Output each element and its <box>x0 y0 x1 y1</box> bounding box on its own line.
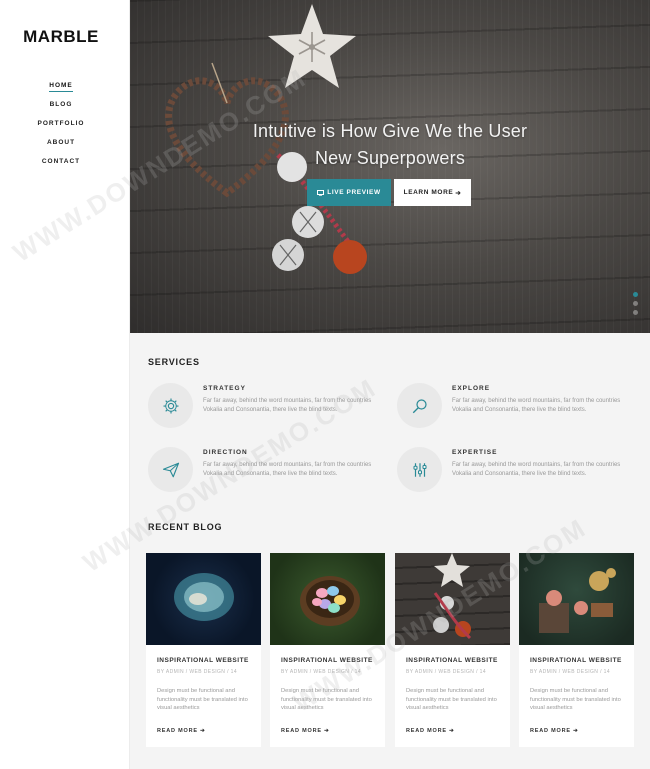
nav-item-label: HOME <box>49 82 73 92</box>
blog-card-meta: BY ADMIN / WEB DESIGN / 14 <box>530 669 611 675</box>
search-icon <box>397 383 442 428</box>
live-preview-label: LIVE PREVIEW <box>327 189 381 196</box>
read-more-link[interactable]: READ MORE ➔ <box>157 728 206 734</box>
hero-title-line2: New Superpowers <box>314 148 466 168</box>
blog-card-title[interactable]: INSPIRATIONAL WEBSITE <box>157 657 249 664</box>
blog-card-text: Design must be functional and functional… <box>281 688 372 711</box>
sidebar: MARBLE HOME BLOG PORTFOLIO ABOUT CONTACT <box>0 0 130 769</box>
service-item-direction: DIRECTION Far far away, behind the word … <box>148 447 388 497</box>
nav-item-blog[interactable]: BLOG <box>0 100 122 119</box>
slider-dot[interactable] <box>633 301 638 306</box>
service-item-explore: EXPLORE Far far away, behind the word mo… <box>397 383 637 433</box>
site-logo[interactable]: MARBLE <box>0 27 122 47</box>
service-title: STRATEGY <box>203 385 246 392</box>
blog-card-title[interactable]: INSPIRATIONAL WEBSITE <box>530 657 622 664</box>
blog-card-text: Design must be functional and functional… <box>157 688 248 711</box>
service-item-strategy: STRATEGY Far far away, behind the word m… <box>148 383 388 433</box>
arrow-right-icon: ➔ <box>324 728 330 734</box>
blog-card-image[interactable] <box>270 553 385 645</box>
read-more-link[interactable]: READ MORE ➔ <box>530 728 579 734</box>
read-more-link[interactable]: READ MORE ➔ <box>406 728 455 734</box>
blog-card-image[interactable] <box>395 553 510 645</box>
arrow-right-icon: ➔ <box>449 728 455 734</box>
service-text: Far far away, behind the word mountains,… <box>452 462 621 477</box>
blog-card-title[interactable]: INSPIRATIONAL WEBSITE <box>406 657 498 664</box>
blog-card-meta: BY ADMIN / WEB DESIGN / 14 <box>281 669 362 675</box>
blog-card-image[interactable] <box>519 553 634 645</box>
hero-slider: Intuitive is How Give We the User New Su… <box>130 0 650 333</box>
nav-item-about[interactable]: ABOUT <box>0 138 122 157</box>
service-item-expertise: EXPERTISE Far far away, behind the word … <box>397 447 637 497</box>
services-heading: SERVICES <box>148 357 200 367</box>
read-more-label: READ MORE <box>157 728 198 734</box>
arrow-right-icon: ➔ <box>455 189 462 197</box>
read-more-link[interactable]: READ MORE ➔ <box>281 728 330 734</box>
sliders-icon <box>397 447 442 492</box>
arrow-right-icon: ➔ <box>200 728 206 734</box>
monitor-icon <box>317 189 325 196</box>
main-nav: HOME BLOG PORTFOLIO ABOUT CONTACT <box>0 81 122 176</box>
blog-card: INSPIRATIONAL WEBSITE BY ADMIN / WEB DES… <box>146 553 261 747</box>
blog-card: INSPIRATIONAL WEBSITE BY ADMIN / WEB DES… <box>395 553 510 747</box>
arrow-right-icon: ➔ <box>573 728 579 734</box>
paper-plane-icon <box>148 447 193 492</box>
service-text: Far far away, behind the word mountains,… <box>203 398 372 413</box>
blog-card-text: Design must be functional and functional… <box>530 688 621 711</box>
blog-card-image[interactable] <box>146 553 261 645</box>
nav-item-portfolio[interactable]: PORTFOLIO <box>0 119 122 138</box>
nav-item-label: CONTACT <box>41 158 81 165</box>
nav-item-label: PORTFOLIO <box>37 120 85 127</box>
service-title: EXPLORE <box>452 385 491 392</box>
blog-card-text: Design must be functional and functional… <box>406 688 497 711</box>
service-title: EXPERTISE <box>452 449 498 456</box>
slider-dot[interactable] <box>633 310 638 315</box>
nav-item-label: ABOUT <box>46 139 76 146</box>
slider-pagination <box>633 292 638 315</box>
blog-card-title[interactable]: INSPIRATIONAL WEBSITE <box>281 657 373 664</box>
service-title: DIRECTION <box>203 449 248 456</box>
blog-card: INSPIRATIONAL WEBSITE BY ADMIN / WEB DES… <box>519 553 634 747</box>
recent-blog-heading: RECENT BLOG <box>148 522 223 532</box>
blog-card-meta: BY ADMIN / WEB DESIGN / 14 <box>157 669 238 675</box>
live-preview-button[interactable]: LIVE PREVIEW <box>307 179 391 206</box>
service-text: Far far away, behind the word mountains,… <box>203 462 372 477</box>
learn-more-label: LEARN MORE <box>403 189 454 196</box>
blog-card: INSPIRATIONAL WEBSITE BY ADMIN / WEB DES… <box>270 553 385 747</box>
read-more-label: READ MORE <box>281 728 322 734</box>
nav-item-home[interactable]: HOME <box>0 81 122 100</box>
read-more-label: READ MORE <box>530 728 571 734</box>
service-text: Far far away, behind the word mountains,… <box>452 398 621 413</box>
read-more-label: READ MORE <box>406 728 447 734</box>
hero-title: Intuitive is How Give We the User New Su… <box>130 118 650 172</box>
nav-item-contact[interactable]: CONTACT <box>0 157 122 176</box>
blog-card-meta: BY ADMIN / WEB DESIGN / 14 <box>406 669 487 675</box>
slider-dot[interactable] <box>633 292 638 297</box>
learn-more-button[interactable]: LEARN MORE ➔ <box>394 179 471 206</box>
hero-title-line1: Intuitive is How Give We the User <box>252 121 528 141</box>
nav-item-label: BLOG <box>49 101 73 108</box>
gear-icon <box>148 383 193 428</box>
